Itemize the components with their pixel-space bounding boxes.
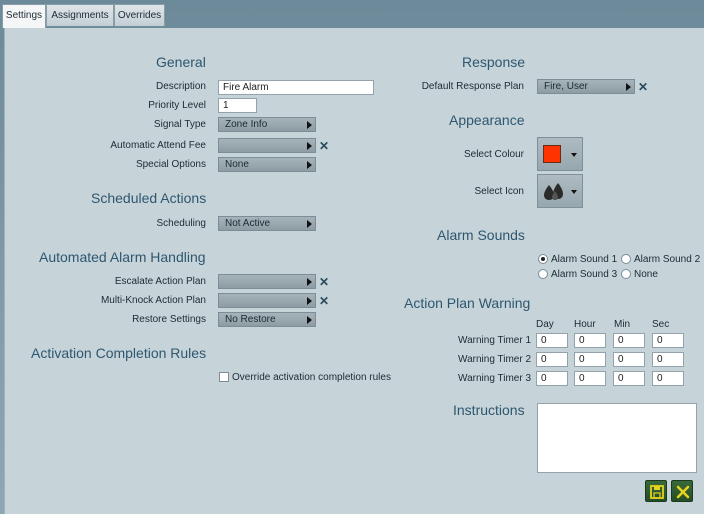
signal-type-dropdown[interactable]: Zone Info bbox=[218, 117, 316, 132]
override-checkbox[interactable] bbox=[219, 372, 229, 382]
chevron-right-icon bbox=[307, 297, 312, 305]
chevron-right-icon bbox=[307, 278, 312, 286]
icon-picker[interactable] bbox=[537, 174, 583, 208]
special-options-label: Special Options bbox=[135, 159, 206, 170]
clear-response-plan-icon[interactable]: ✕ bbox=[638, 81, 648, 93]
chevron-right-icon bbox=[307, 220, 312, 228]
scheduling-label: Scheduling bbox=[156, 218, 206, 229]
response-plan-dropdown[interactable]: Fire, User bbox=[537, 79, 635, 94]
chevron-right-icon bbox=[307, 121, 312, 129]
caret-down-icon bbox=[571, 190, 577, 194]
column-sec: Sec bbox=[652, 319, 670, 330]
warning-timer-1-label: Warning Timer 1 bbox=[458, 335, 531, 346]
priority-label: Priority Level bbox=[148, 100, 206, 111]
alarm-sound-1-label: Alarm Sound 1 bbox=[551, 254, 618, 265]
icon-label: Select Icon bbox=[474, 186, 524, 197]
timer1-min-input[interactable]: 0 bbox=[613, 333, 645, 348]
timer3-sec-input[interactable]: 0 bbox=[652, 371, 684, 386]
instructions-textarea[interactable] bbox=[537, 403, 697, 473]
multiknock-label: Multi-Knock Action Plan bbox=[100, 295, 206, 306]
save-button[interactable] bbox=[645, 480, 667, 502]
response-heading: Response bbox=[462, 54, 526, 70]
multiknock-dropdown[interactable] bbox=[218, 293, 316, 308]
description-label: Description bbox=[155, 81, 206, 92]
clear-escalate-icon[interactable]: ✕ bbox=[319, 276, 329, 288]
chevron-right-icon bbox=[307, 142, 312, 150]
timer3-day-input[interactable]: 0 bbox=[536, 371, 568, 386]
timer3-hour-input[interactable]: 0 bbox=[574, 371, 606, 386]
description-input[interactable]: Fire Alarm bbox=[218, 80, 374, 95]
restore-value: No Restore bbox=[225, 314, 276, 325]
alarm-sounds-heading: Alarm Sounds bbox=[437, 227, 525, 243]
warning-timer-2-label: Warning Timer 2 bbox=[458, 354, 531, 365]
caret-down-icon bbox=[571, 153, 577, 157]
alarm-sound-3-label: Alarm Sound 3 bbox=[551, 269, 618, 280]
response-plan-value: Fire, User bbox=[544, 81, 588, 92]
alarm-sound-3-radio[interactable] bbox=[538, 269, 548, 279]
chevron-right-icon bbox=[307, 316, 312, 324]
clear-multiknock-icon[interactable]: ✕ bbox=[319, 295, 329, 307]
cancel-button[interactable] bbox=[671, 480, 693, 502]
signal-type-label: Signal Type bbox=[153, 119, 206, 130]
alarm-sound-none-label: None bbox=[634, 269, 658, 280]
colour-label: Select Colour bbox=[463, 149, 524, 160]
activation-rules-heading: Activation Completion Rules bbox=[31, 345, 207, 361]
timer2-min-input[interactable]: 0 bbox=[613, 352, 645, 367]
instructions-heading: Instructions bbox=[453, 402, 525, 418]
signal-type-value: Zone Info bbox=[225, 119, 268, 130]
fire-drops-icon bbox=[544, 183, 563, 200]
timer2-sec-input[interactable]: 0 bbox=[652, 352, 684, 367]
tab-settings[interactable]: Settings bbox=[2, 4, 46, 28]
timer2-day-input[interactable]: 0 bbox=[536, 352, 568, 367]
automated-alarm-heading: Automated Alarm Handling bbox=[39, 249, 206, 265]
tab-overrides[interactable]: Overrides bbox=[114, 4, 165, 26]
restore-label: Restore Settings bbox=[132, 314, 206, 325]
close-icon bbox=[676, 485, 690, 499]
priority-input[interactable]: 1 bbox=[218, 98, 257, 113]
column-hour: Hour bbox=[574, 319, 596, 330]
warning-timer-3-label: Warning Timer 3 bbox=[458, 373, 531, 384]
column-min: Min bbox=[614, 319, 631, 330]
restore-dropdown[interactable]: No Restore bbox=[218, 312, 316, 327]
escalate-label: Escalate Action Plan bbox=[114, 276, 206, 287]
colour-picker[interactable] bbox=[537, 137, 583, 171]
tab-bar: Settings Assignments Overrides bbox=[0, 0, 704, 30]
scheduling-dropdown[interactable]: Not Active bbox=[218, 216, 316, 231]
alarm-sound-2-radio[interactable] bbox=[621, 254, 631, 264]
settings-panel: General Description Fire Alarm Priority … bbox=[4, 28, 704, 514]
timer1-sec-input[interactable]: 0 bbox=[652, 333, 684, 348]
timer1-day-input[interactable]: 0 bbox=[536, 333, 568, 348]
action-plan-warning-heading: Action Plan Warning bbox=[404, 295, 531, 311]
save-icon bbox=[650, 485, 664, 499]
appearance-heading: Appearance bbox=[449, 112, 525, 128]
scheduled-actions-heading: Scheduled Actions bbox=[91, 190, 207, 206]
colour-swatch bbox=[543, 145, 561, 163]
alarm-sound-none-radio[interactable] bbox=[621, 269, 631, 279]
alarm-sound-2-label: Alarm Sound 2 bbox=[634, 254, 701, 265]
special-options-value: None bbox=[225, 159, 249, 170]
override-label: Override activation completion rules bbox=[232, 372, 391, 383]
timer1-hour-input[interactable]: 0 bbox=[574, 333, 606, 348]
column-day: Day bbox=[536, 319, 554, 330]
alarm-sound-1-radio[interactable] bbox=[538, 254, 548, 264]
tab-assignments[interactable]: Assignments bbox=[46, 4, 114, 26]
scheduling-value: Not Active bbox=[225, 218, 271, 229]
chevron-right-icon bbox=[626, 83, 631, 91]
response-plan-label: Default Response Plan bbox=[421, 81, 524, 92]
clear-attend-fee-icon[interactable]: ✕ bbox=[319, 140, 329, 152]
special-options-dropdown[interactable]: None bbox=[218, 157, 316, 172]
chevron-right-icon bbox=[307, 161, 312, 169]
escalate-dropdown[interactable] bbox=[218, 274, 316, 289]
timer3-min-input[interactable]: 0 bbox=[613, 371, 645, 386]
timer2-hour-input[interactable]: 0 bbox=[574, 352, 606, 367]
attend-fee-label: Automatic Attend Fee bbox=[110, 140, 206, 151]
attend-fee-dropdown[interactable] bbox=[218, 138, 316, 153]
general-heading: General bbox=[156, 54, 206, 70]
